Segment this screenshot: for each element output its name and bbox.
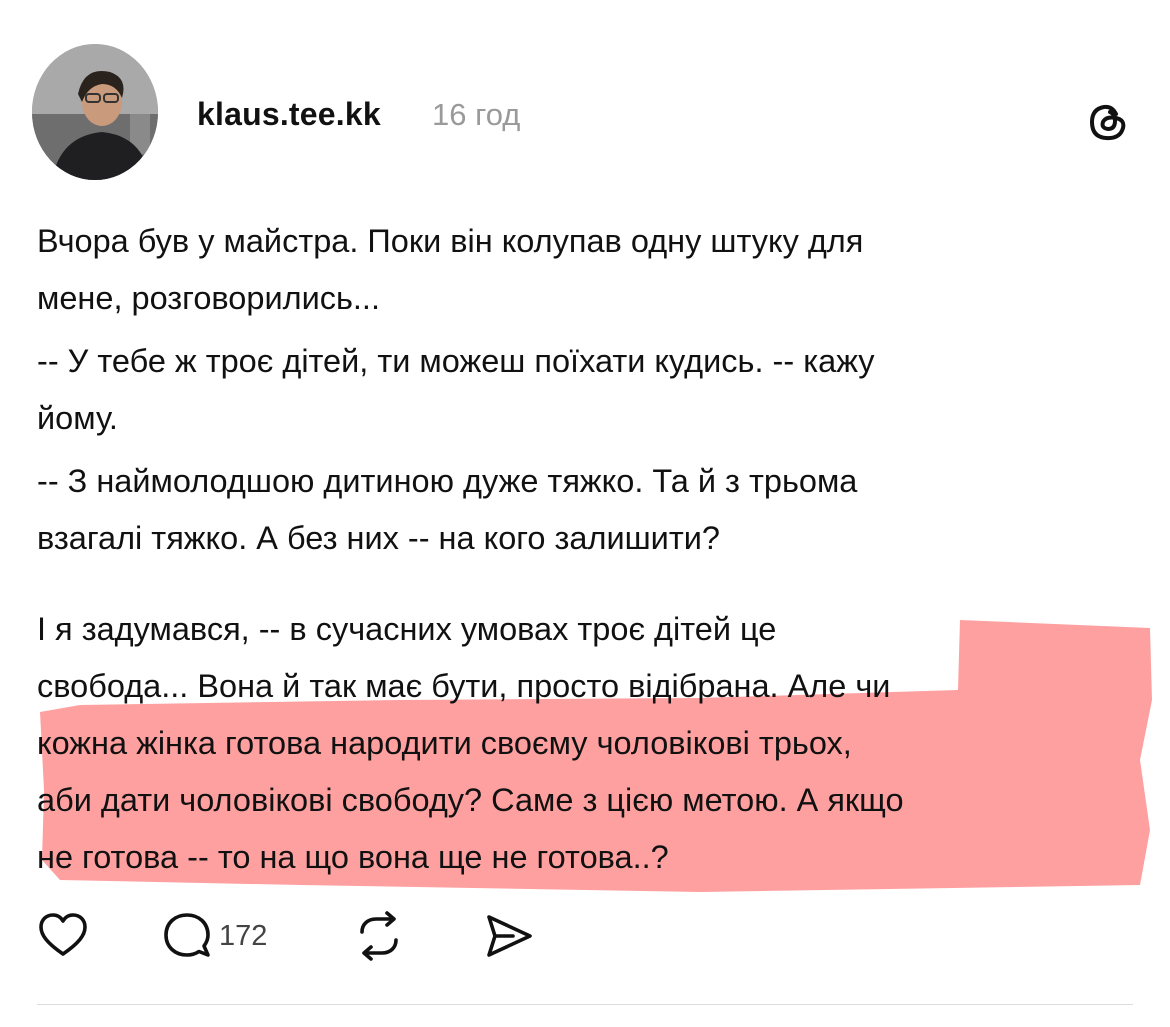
repost-icon <box>360 911 398 961</box>
divider <box>37 1004 1133 1005</box>
post-paragraph: -- З наймолодшою дитиною дуже тяжко. Та … <box>37 463 858 556</box>
avatar[interactable] <box>32 44 158 180</box>
reply-count: 172 <box>219 919 268 952</box>
reply-button[interactable]: 172 <box>161 906 267 966</box>
heart-icon <box>39 913 87 956</box>
post-paragraph: І я задумався, -- в сучасних умовах троє… <box>37 611 904 875</box>
username[interactable]: klaus.tee.kk <box>197 96 381 133</box>
post-body: Вчора був у майстра. Поки він колупав од… <box>37 213 1137 886</box>
post-paragraph: Вчора був у майстра. Поки він колупав од… <box>37 223 864 316</box>
repost-button[interactable] <box>353 906 405 966</box>
avatar-photo <box>32 44 158 180</box>
threads-logo-icon[interactable] <box>1086 100 1130 144</box>
post-actions: 172 <box>37 906 637 966</box>
share-button[interactable] <box>483 906 535 966</box>
send-icon <box>487 915 532 957</box>
post-timestamp: 16 год <box>432 97 521 132</box>
comment-bubble-icon <box>164 913 210 957</box>
post-paragraph: -- У тебе ж троє дітей, ти можеш поїхати… <box>37 343 875 436</box>
like-button[interactable] <box>37 906 89 966</box>
